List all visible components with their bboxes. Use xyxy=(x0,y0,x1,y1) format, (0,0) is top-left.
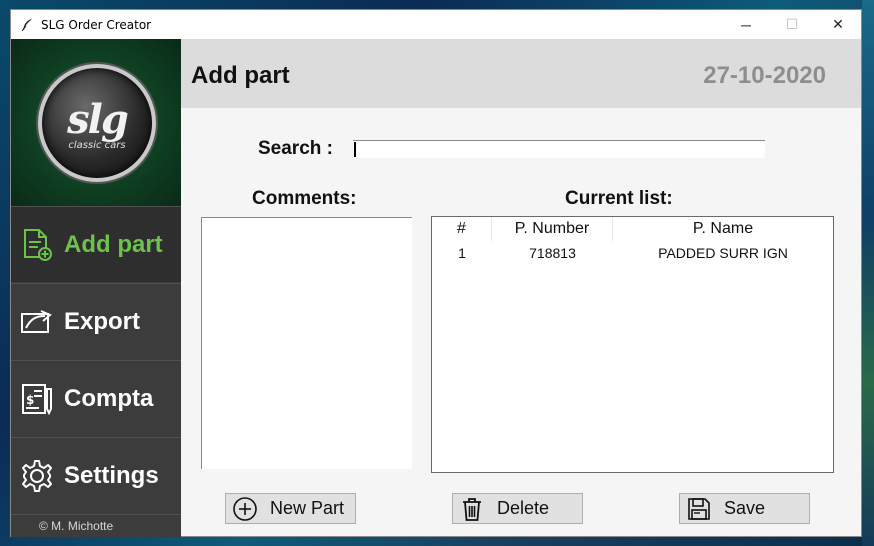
trash-icon xyxy=(463,497,481,521)
logo-area: slg classic cars xyxy=(11,39,181,206)
sidebar-item-label: Compta xyxy=(64,384,154,412)
accounting-icon: $ xyxy=(22,383,52,415)
comments-textarea[interactable] xyxy=(201,217,412,469)
column-header-part-number[interactable]: P. Number xyxy=(492,217,613,241)
current-list-label: Current list: xyxy=(565,188,673,209)
search-input[interactable] xyxy=(353,140,765,158)
delete-button[interactable]: Delete xyxy=(452,493,583,524)
current-list-table[interactable]: # P. Number P. Name 1 718813 PADDED SURR… xyxy=(431,216,834,473)
column-header-part-name[interactable]: P. Name xyxy=(613,217,833,241)
sidebar-item-compta[interactable]: $ Compta xyxy=(11,360,181,436)
sidebar-item-label: Settings xyxy=(64,461,159,489)
new-part-button[interactable]: New Part xyxy=(225,493,356,524)
cell-part-number: 718813 xyxy=(529,245,576,261)
comments-label: Comments: xyxy=(252,188,357,209)
maximize-button[interactable]: ☐ xyxy=(769,10,815,39)
app-window: SLG Order Creator ─ ☐ ✕ slg classic cars xyxy=(10,9,862,537)
text-cursor xyxy=(354,142,356,157)
logo-brand: slg xyxy=(67,96,129,143)
column-header-number[interactable]: # xyxy=(432,217,492,241)
copyright-text: © M. Michotte xyxy=(11,514,181,537)
minimize-button[interactable]: ─ xyxy=(723,10,769,39)
search-label: Search : xyxy=(258,138,333,159)
cell-number: 1 xyxy=(458,245,466,261)
document-add-icon xyxy=(24,228,52,261)
floppy-disk-icon xyxy=(688,497,710,520)
svg-text:$: $ xyxy=(26,393,34,407)
slg-logo: slg classic cars xyxy=(38,64,156,182)
feather-icon xyxy=(21,18,32,31)
table-row[interactable]: 1 718813 PADDED SURR IGN xyxy=(432,243,833,263)
sidebar-item-label: Export xyxy=(64,307,141,335)
cell-part-name: PADDED SURR IGN xyxy=(658,245,788,261)
page-title: Add part xyxy=(191,62,290,89)
close-button[interactable]: ✕ xyxy=(815,10,861,39)
title-bar[interactable]: SLG Order Creator ─ ☐ ✕ xyxy=(11,10,861,39)
sidebar: slg classic cars Add part Export $ Compt… xyxy=(11,39,181,537)
page-date: 27-10-2020 xyxy=(703,62,826,89)
window-title: SLG Order Creator xyxy=(41,17,152,32)
table-header: # P. Number P. Name xyxy=(432,217,833,241)
sidebar-item-label: Add part xyxy=(64,230,163,258)
save-button[interactable]: Save xyxy=(679,493,810,524)
new-part-button-label: New Part xyxy=(270,498,345,518)
desktop-background xyxy=(862,0,874,546)
sidebar-item-add-part[interactable]: Add part xyxy=(11,206,181,282)
sidebar-item-settings[interactable]: Settings xyxy=(11,437,181,513)
plus-circle-icon xyxy=(233,496,257,521)
window-controls: ─ ☐ ✕ xyxy=(723,10,861,39)
delete-button-label: Delete xyxy=(497,498,550,518)
sidebar-item-export[interactable]: Export xyxy=(11,283,181,359)
logo-subtitle: classic cars xyxy=(68,140,126,151)
gear-icon xyxy=(22,459,52,492)
save-button-label: Save xyxy=(724,498,766,518)
page-header: Add part 27-10-2020 xyxy=(181,39,861,108)
export-icon xyxy=(21,309,52,333)
